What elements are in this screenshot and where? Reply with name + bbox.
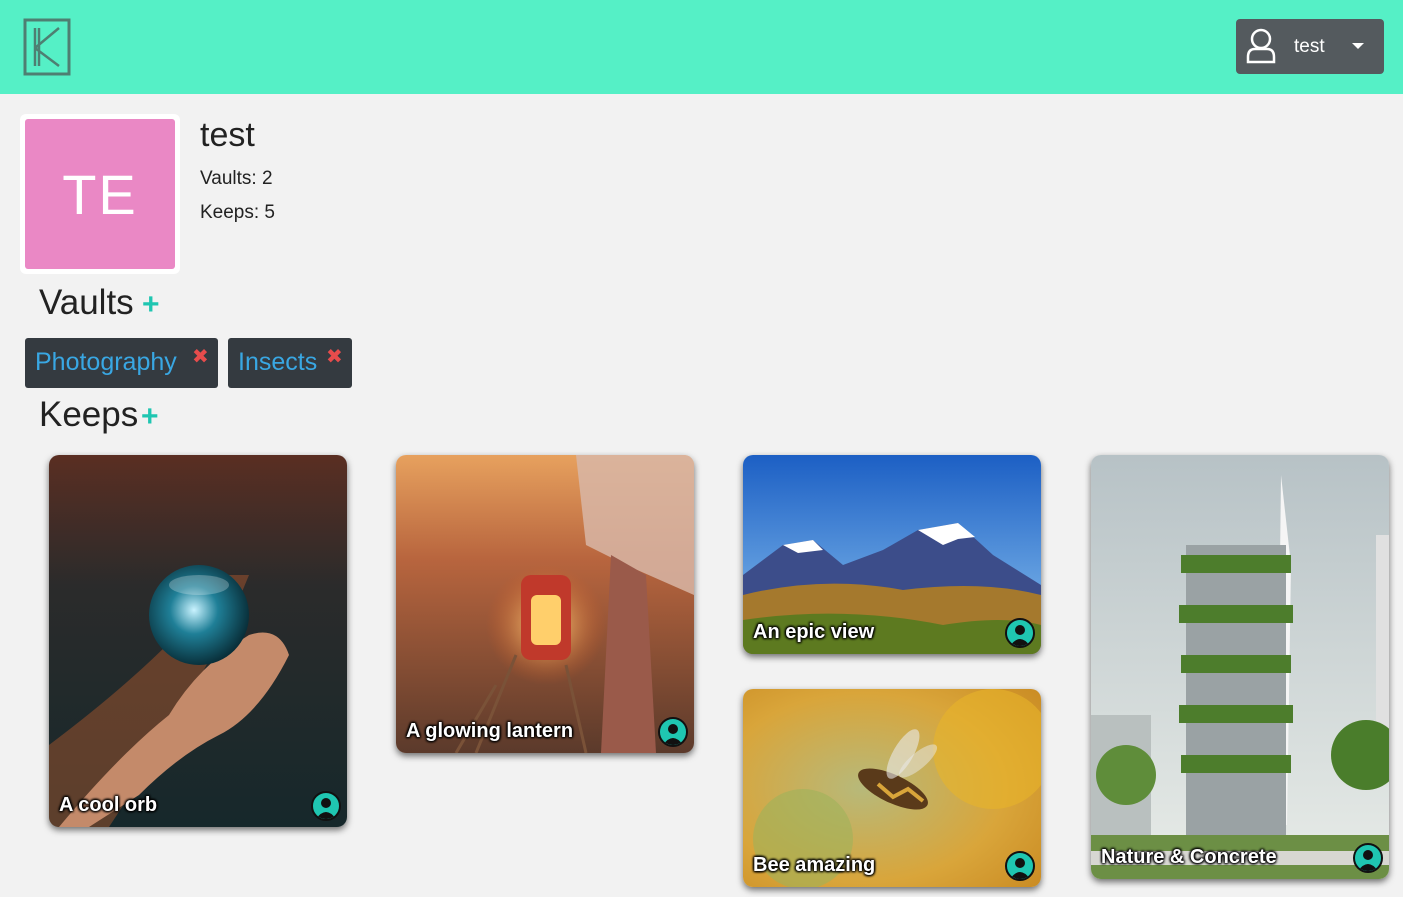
avatar: TE [25,119,175,269]
keeps-count: Keeps: 5 [200,202,275,223]
keep-owner-avatar[interactable] [1005,851,1035,881]
keep-owner-avatar[interactable] [658,717,688,747]
keep-card[interactable]: Nature & Concrete [1091,455,1389,879]
keep-title: An epic view [753,621,875,643]
vault-chip: Photography ✖ [25,338,218,388]
keep-title: Nature & Concrete [1101,846,1277,868]
remove-vault-icon[interactable]: ✖ [192,344,209,369]
vault-chip: Insects ✖ [228,338,352,388]
keep-title: A cool orb [59,794,158,816]
user-menu-button[interactable]: test [1236,19,1384,74]
remove-vault-icon[interactable]: ✖ [326,344,343,369]
keep-owner-avatar[interactable] [311,791,341,821]
caret-down-icon [1352,43,1364,49]
keep-image [1091,455,1389,879]
profile-avatar-frame: TE [20,114,180,274]
vault-link[interactable]: Insects [238,348,317,377]
add-keep-button[interactable]: + [141,400,159,434]
keep-card[interactable]: A cool orb [49,455,347,827]
vaults-count: Vaults: 2 [200,168,273,189]
navbar: test [0,0,1403,94]
person-icon [1245,27,1277,70]
keep-owner-avatar[interactable] [1005,618,1035,648]
keep-card[interactable]: Bee amazing [743,689,1041,887]
logo-icon[interactable] [23,18,71,76]
username-label: test [1294,36,1325,57]
add-vault-button[interactable]: + [142,288,160,322]
keep-image [49,455,347,827]
keep-image [396,455,694,753]
keeps-heading: Keeps [39,395,139,434]
keep-card[interactable]: A glowing lantern [396,455,694,753]
keep-owner-avatar[interactable] [1353,843,1383,873]
vault-link[interactable]: Photography [35,348,177,377]
keep-title: Bee amazing [753,854,876,876]
profile-name: test [200,116,255,154]
vaults-heading: Vaults [39,283,134,322]
keep-card[interactable]: An epic view [743,455,1041,654]
keep-title: A glowing lantern [406,720,574,742]
